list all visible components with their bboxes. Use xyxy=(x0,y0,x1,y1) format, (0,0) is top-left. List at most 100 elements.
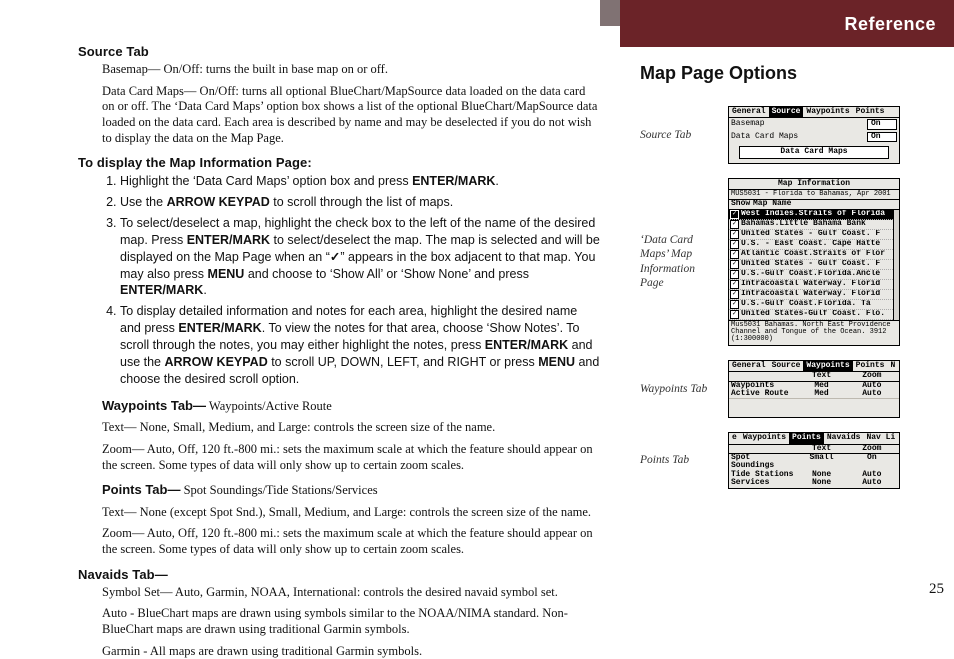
map-name: United States-Gulf Coast. Flo. xyxy=(741,310,885,319)
checkbox-icon: ✓ xyxy=(730,240,739,249)
checkbox-icon: ✓ xyxy=(730,260,739,269)
setting-key: Data Card Maps xyxy=(731,133,867,141)
waypoints-tab-line: Waypoints Tab— Waypoints/Active Route xyxy=(102,398,600,415)
step: Highlight the ‘Data Card Maps’ option bo… xyxy=(120,173,600,190)
map-name: U.S. - East Coast. Cape Hatte xyxy=(741,240,880,249)
row-name: Services xyxy=(731,479,796,487)
screenshot-points-tab: e Waypoints Points Navaids Nav Li Text Z… xyxy=(728,432,900,488)
tab: Waypoints xyxy=(740,433,789,443)
checkbox-icon: ✓ xyxy=(730,290,739,299)
sidebar-column: Reference Map Page Options Source Tab Ge… xyxy=(620,0,954,618)
map-name: United States - Gulf Coast. F xyxy=(741,260,880,269)
tab: Nav Li xyxy=(863,433,898,443)
map-item: ✓United States - Gulf Coast. F xyxy=(729,260,899,270)
map-name: Bahamas.Little Bahama Bank xyxy=(741,220,866,229)
source-tab-heading: Source Tab xyxy=(78,44,600,59)
display-mapinfo-heading: To display the Map Information Page: xyxy=(78,155,600,170)
navaids-symbolset-line: Symbol Set— Auto, Garmin, NOAA, Internat… xyxy=(102,585,600,601)
map-item: ✓U.S. - East Coast. Cape Hatte xyxy=(729,240,899,250)
table-row: Spot Soundings Small On xyxy=(729,454,899,471)
figure-source-tab: Source Tab General Source Waypoints Poin… xyxy=(640,106,914,164)
col-blank xyxy=(731,372,796,380)
body-column: Source Tab Basemap— On/Off: turns the bu… xyxy=(0,0,620,618)
step: To display detailed information and note… xyxy=(120,303,600,387)
points-tab-label: Points Tab— xyxy=(102,482,180,497)
figure-caption: Source Tab xyxy=(640,128,718,142)
step: To select/deselect a map, highlight the … xyxy=(120,215,600,299)
points-tab-sub: Spot Soundings/Tide Stations/Services xyxy=(180,483,377,497)
col-zoom: Zoom xyxy=(847,445,897,453)
checkbox-icon: ✓ xyxy=(730,230,739,239)
tab-selected: Points xyxy=(789,433,824,443)
tab: General xyxy=(729,107,769,117)
table-row: Services None Auto xyxy=(729,479,899,487)
col-show: Show xyxy=(731,200,753,208)
figure-caption: Waypoints Tab xyxy=(640,382,718,396)
checkbox-icon: ✓ xyxy=(730,310,739,319)
points-tab-line: Points Tab— Spot Soundings/Tide Stations… xyxy=(102,482,600,499)
map-name: Atlantic Coast.Straits of Flor xyxy=(741,250,885,259)
row-name: Active Route xyxy=(731,390,796,398)
row-name: Spot Soundings xyxy=(731,454,796,471)
table-row: Active Route Med Auto xyxy=(729,390,899,398)
screen-title: Map Information xyxy=(729,179,899,190)
checkbox-icon: ✓ xyxy=(730,300,739,309)
figure-caption: Points Tab xyxy=(640,453,718,467)
col-text: Text xyxy=(796,372,846,380)
map-footnote: Mus5031 Bahamas. North East Providence C… xyxy=(729,320,899,345)
procedure-list: Highlight the ‘Data Card Maps’ option bo… xyxy=(78,173,600,388)
tab-bar: e Waypoints Points Navaids Nav Li xyxy=(729,433,899,444)
checkbox-icon: ✓ xyxy=(730,280,739,289)
map-name: West Indies.Straits of Florida xyxy=(741,210,885,219)
figure-waypoints-tab: Waypoints Tab General Source Waypoints P… xyxy=(640,360,914,419)
data-card-maps-button: Data Card Maps xyxy=(739,146,889,158)
screenshot-source-tab: General Source Waypoints Points Basemap … xyxy=(728,106,900,164)
col-text: Text xyxy=(796,445,846,453)
map-item: ✓U.S.-Gulf Coast.Florida. Ta xyxy=(729,300,899,310)
step: Use the ARROW KEYPAD to scroll through t… xyxy=(120,194,600,211)
waypoints-text-line: Text— None, Small, Medium, and Large: co… xyxy=(102,420,600,436)
row-zoom: On xyxy=(847,454,897,471)
row-text: Med xyxy=(796,390,846,398)
row-text: Small xyxy=(796,454,846,471)
tab: Source xyxy=(769,361,804,371)
source-basemap-line: Basemap— On/Off: turns the built in base… xyxy=(102,62,600,78)
reference-band: Reference xyxy=(620,0,954,47)
tab: e xyxy=(729,433,740,443)
map-name: U.S.-Gulf Coast.Florida. Ta xyxy=(741,300,871,309)
setting-value: On xyxy=(867,119,897,129)
setting-value: On xyxy=(867,132,897,142)
navaids-garmin-line: Garmin - All maps are drawn using tradit… xyxy=(102,644,600,659)
navaids-tab-heading: Navaids Tab— xyxy=(78,567,600,582)
figure-caption: ‘Data Card Maps’ Map Information Page xyxy=(640,233,718,291)
map-item: ✓United States - Gulf Coast. F xyxy=(729,230,899,240)
map-item: ✓U.S.-Gulf Coast.Florida.Ancle xyxy=(729,270,899,280)
tab: Points xyxy=(853,361,888,371)
points-zoom-line: Zoom— Auto, Off, 120 ft.-800 mi.: sets t… xyxy=(102,526,600,557)
setting-key: Basemap xyxy=(731,120,867,128)
col-blank xyxy=(731,445,796,453)
checkbox-icon: ✓ xyxy=(730,210,739,219)
navaids-auto-line: Auto - BlueChart maps are drawn using sy… xyxy=(102,606,600,637)
map-name: Intracoastal Waterway. Florid xyxy=(741,290,880,299)
map-item: ✓Atlantic Coast.Straits of Flor xyxy=(729,250,899,260)
screenshot-map-info: Map Information MUS5031 - Florida to Bah… xyxy=(728,178,900,346)
figure-points-tab: Points Tab e Waypoints Points Navaids Na… xyxy=(640,432,914,488)
row-zoom: Auto xyxy=(847,390,897,398)
figure-map-info: ‘Data Card Maps’ Map Information Page Ma… xyxy=(640,178,914,346)
map-item: ✓Bahamas.Little Bahama Bank xyxy=(729,220,899,230)
row-zoom: Auto xyxy=(847,479,897,487)
waypoints-tab-label: Waypoints Tab— xyxy=(102,398,206,413)
row-text: None xyxy=(796,479,846,487)
source-datacard-para: Data Card Maps— On/Off: turns all option… xyxy=(102,84,600,147)
setting-row: Data Card Maps On xyxy=(729,131,899,143)
tab: General xyxy=(729,361,769,371)
waypoints-tab-sub: Waypoints/Active Route xyxy=(206,399,332,413)
waypoints-zoom-line: Zoom— Auto, Off, 120 ft.-800 mi.: sets t… xyxy=(102,442,600,473)
map-item: ✓United States-Gulf Coast. Flo. xyxy=(729,310,899,320)
map-item: ✓Intracoastal Waterway. Florid xyxy=(729,280,899,290)
map-name: United States - Gulf Coast. F xyxy=(741,230,880,239)
tab: N xyxy=(887,361,898,371)
tab: Waypoints xyxy=(803,107,852,117)
tab: Points xyxy=(853,107,888,117)
